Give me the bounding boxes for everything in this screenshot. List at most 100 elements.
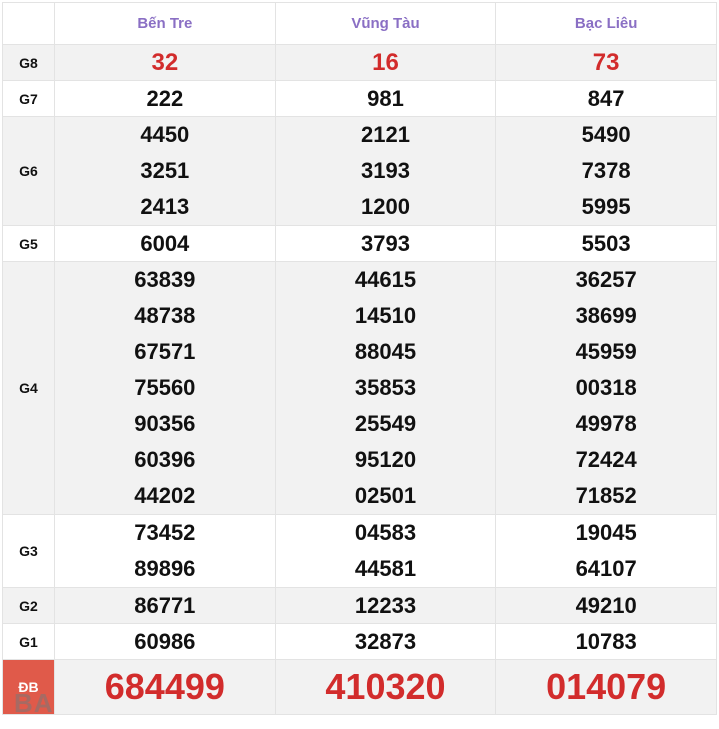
result-number[interactable]: 410320 <box>276 660 496 714</box>
prize-row-g5: G5 6004 3793 5503 <box>2 225 717 262</box>
result-number[interactable]: 88045 <box>276 334 496 370</box>
result-number[interactable]: 5490 <box>496 117 716 153</box>
result-number[interactable]: 32873 <box>276 624 496 659</box>
result-cell: 44615 14510 88045 35853 25549 95120 02501 <box>274 261 497 515</box>
result-number[interactable]: 2121 <box>276 117 496 153</box>
lottery-results-table: Bến Tre Vũng Tàu Bạc Liêu G8 32 16 73 G7 222 9… <box>2 2 717 715</box>
prize-label: G4 <box>2 261 55 515</box>
prize-label-text: G2 <box>19 597 38 614</box>
result-cell: 60986 <box>54 623 276 660</box>
result-number[interactable]: 38699 <box>496 298 716 334</box>
prize-row-g3: G3 73452 89896 04583 44581 19045 64107 <box>2 514 717 588</box>
result-cell: 222 <box>54 80 276 117</box>
result-cell: 19045 64107 <box>495 514 717 588</box>
result-cell: 981 <box>274 80 497 117</box>
result-number[interactable]: 48738 <box>55 298 275 334</box>
result-number[interactable]: 49210 <box>496 588 716 623</box>
result-cell: 014079 <box>495 659 717 715</box>
result-number[interactable]: 35853 <box>276 370 496 406</box>
prize-row-g1: G1 60986 32873 10783 <box>2 623 717 660</box>
prize-label-text: G4 <box>19 380 38 396</box>
prize-label-text: G8 <box>19 54 38 71</box>
result-number[interactable]: 73 <box>496 45 716 80</box>
result-cell: 847 <box>495 80 717 117</box>
result-cell: 10783 <box>495 623 717 660</box>
result-number[interactable]: 19045 <box>496 515 716 551</box>
prize-label: G3 <box>2 514 55 588</box>
result-number[interactable]: 847 <box>496 81 716 116</box>
result-cell: 32 <box>54 44 276 81</box>
result-cell: 6004 <box>54 225 276 262</box>
result-number[interactable]: 3251 <box>55 153 275 189</box>
result-number[interactable]: 4450 <box>55 117 275 153</box>
result-number[interactable]: 00318 <box>496 370 716 406</box>
result-cell: 5503 <box>495 225 717 262</box>
result-number[interactable]: 1200 <box>276 189 496 225</box>
result-number[interactable]: 63839 <box>55 262 275 298</box>
result-number[interactable]: 75560 <box>55 370 275 406</box>
result-number[interactable]: 12233 <box>276 588 496 623</box>
result-cell: 2121 3193 1200 <box>274 116 497 226</box>
results-body: G8 32 16 73 G7 222 981 847 G6 4450 3251 2413 2121 319… <box>2 44 717 715</box>
result-number[interactable]: 89896 <box>55 551 275 587</box>
result-number[interactable]: 36257 <box>496 262 716 298</box>
result-number[interactable]: 45959 <box>496 334 716 370</box>
result-number[interactable]: 64107 <box>496 551 716 587</box>
result-number[interactable]: 67571 <box>55 334 275 370</box>
result-number[interactable]: 3793 <box>276 226 496 261</box>
result-number[interactable]: 60396 <box>55 442 275 478</box>
result-number[interactable]: 10783 <box>496 624 716 659</box>
prize-label: G2 <box>2 587 55 624</box>
result-number[interactable]: 222 <box>55 81 275 116</box>
result-number[interactable]: 71852 <box>496 478 716 514</box>
prize-label-text: G6 <box>19 163 38 179</box>
prize-row-g4: G4 63839 48738 67571 75560 90356 60396 44202 446… <box>2 261 717 515</box>
result-number[interactable]: 95120 <box>276 442 496 478</box>
header-corner <box>2 2 55 45</box>
result-number[interactable]: 25549 <box>276 406 496 442</box>
result-number[interactable]: 7378 <box>496 153 716 189</box>
result-number[interactable]: 32 <box>55 45 275 80</box>
prize-label-text: G3 <box>19 543 38 559</box>
result-number[interactable]: 2413 <box>55 189 275 225</box>
result-number[interactable]: 72424 <box>496 442 716 478</box>
result-number[interactable]: 90356 <box>55 406 275 442</box>
result-number[interactable]: 16 <box>276 45 496 80</box>
result-number[interactable]: 73452 <box>55 515 275 551</box>
result-number[interactable]: 981 <box>276 81 496 116</box>
result-number[interactable]: 44581 <box>276 551 496 587</box>
result-cell: 63839 48738 67571 75560 90356 60396 44202 <box>54 261 276 515</box>
result-number[interactable]: 5503 <box>496 226 716 261</box>
prize-row-g8: G8 32 16 73 <box>2 44 717 81</box>
result-cell: 16 <box>274 44 497 81</box>
prize-label-text: G7 <box>19 90 38 107</box>
result-number[interactable]: 6004 <box>55 226 275 261</box>
prize-label: G7 <box>2 80 55 117</box>
result-number[interactable]: 49978 <box>496 406 716 442</box>
province-header-bac-lieu[interactable]: Bạc Liêu <box>495 2 717 45</box>
result-number[interactable]: 5995 <box>496 189 716 225</box>
result-number[interactable]: 684499 <box>55 660 275 714</box>
result-number[interactable]: 60986 <box>55 624 275 659</box>
prize-label-text: ĐB <box>18 679 39 695</box>
prize-row-g2: G2 86771 12233 49210 <box>2 587 717 624</box>
prize-row-g6: G6 4450 3251 2413 2121 3193 1200 5490 7378 5995 <box>2 116 717 226</box>
prize-label: G1 <box>2 623 55 660</box>
result-cell: 32873 <box>274 623 497 660</box>
result-number[interactable]: 44202 <box>55 478 275 514</box>
result-number[interactable]: 14510 <box>276 298 496 334</box>
result-cell: 04583 44581 <box>274 514 497 588</box>
result-cell: 73 <box>495 44 717 81</box>
result-number[interactable]: 3193 <box>276 153 496 189</box>
result-number[interactable]: 014079 <box>496 660 716 714</box>
result-number[interactable]: 44615 <box>276 262 496 298</box>
result-cell: 684499 <box>54 659 276 715</box>
result-number[interactable]: 04583 <box>276 515 496 551</box>
result-cell: 3793 <box>274 225 497 262</box>
province-header-vung-tau[interactable]: Vũng Tàu <box>274 2 497 45</box>
province-header-ben-tre[interactable]: Bến Tre <box>54 2 276 45</box>
result-number[interactable]: 86771 <box>55 588 275 623</box>
result-cell: 4450 3251 2413 <box>54 116 276 226</box>
result-cell: 410320 <box>274 659 497 715</box>
result-number[interactable]: 02501 <box>276 478 496 514</box>
